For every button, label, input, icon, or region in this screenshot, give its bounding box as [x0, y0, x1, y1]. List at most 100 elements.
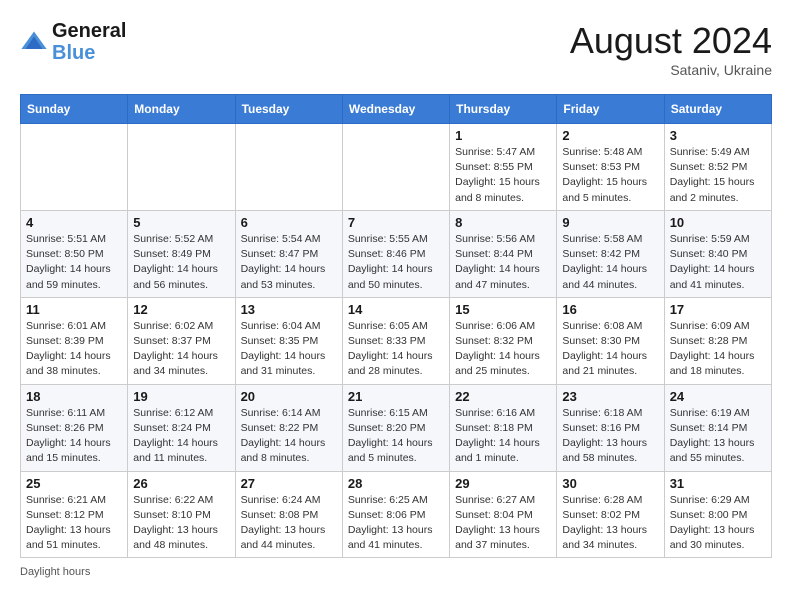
calendar-week: 25 Sunrise: 6:21 AMSunset: 8:12 PMDayligh… [21, 471, 772, 558]
footer-text: Daylight hours [20, 566, 90, 578]
calendar-cell: 27Sunrise: 6:24 AMSunset: 8:08 PMDayligh… [235, 471, 342, 558]
calendar-cell: 9Sunrise: 5:58 AMSunset: 8:42 PMDaylight… [557, 210, 664, 297]
page-header: General Blue August 2024 Sataniv, Ukrain… [20, 20, 772, 78]
calendar-cell: 21 Sunrise: 6:15 AMSunset: 8:20 PMDayligh… [342, 384, 449, 471]
calendar-cell: 13 Sunrise: 6:04 AMSunset: 8:35 PMDayligh… [235, 297, 342, 384]
day-info: Sunrise: 6:28 AMSunset: 8:02 PMDaylight:… [562, 493, 658, 554]
logo-icon [20, 28, 48, 56]
day-number: 17 [670, 302, 766, 317]
calendar-cell [21, 124, 128, 211]
footer-note: Daylight hours [20, 566, 772, 578]
weekday-header: Thursday [450, 95, 557, 124]
day-info: Sunrise: 6:02 AMSunset: 8:37 PMDaylight:… [133, 319, 229, 380]
day-number: 6 [241, 215, 337, 230]
calendar-cell: 28Sunrise: 6:25 AMSunset: 8:06 PMDayligh… [342, 471, 449, 558]
calendar-cell: 24Sunrise: 6:19 AMSunset: 8:14 PMDayligh… [664, 384, 771, 471]
day-number: 5 [133, 215, 229, 230]
calendar-cell: 11Sunrise: 6:01 AMSunset: 8:39 PMDayligh… [21, 297, 128, 384]
day-info: Sunrise: 6:09 AMSunset: 8:28 PMDaylight:… [670, 319, 766, 380]
day-number: 2 [562, 128, 658, 143]
day-info: Sunrise: 6:27 AMSunset: 8:04 PMDaylight:… [455, 493, 551, 554]
calendar-cell: 16 Sunrise: 6:08 AMSunset: 8:30 PMDayligh… [557, 297, 664, 384]
day-info: Sunrise: 5:52 AMSunset: 8:49 PMDaylight:… [133, 232, 229, 293]
calendar-cell: 26Sunrise: 6:22 AMSunset: 8:10 PMDayligh… [128, 471, 235, 558]
calendar-header: SundayMondayTuesdayWednesdayThursdayFrid… [21, 95, 772, 124]
calendar-cell: 12Sunrise: 6:02 AMSunset: 8:37 PMDayligh… [128, 297, 235, 384]
calendar-cell: 8 Sunrise: 5:56 AMSunset: 8:44 PMDaylight… [450, 210, 557, 297]
day-number: 20 [241, 389, 337, 404]
logo: General Blue [20, 20, 126, 64]
day-info: Sunrise: 5:49 AMSunset: 8:52 PMDaylight:… [670, 145, 766, 206]
day-info: Sunrise: 6:22 AMSunset: 8:10 PMDaylight:… [133, 493, 229, 554]
day-number: 13 [241, 302, 337, 317]
weekday-header: Sunday [21, 95, 128, 124]
weekday-header: Friday [557, 95, 664, 124]
calendar-week: 18Sunrise: 6:11 AMSunset: 8:26 PMDayligh… [21, 384, 772, 471]
weekday-header: Tuesday [235, 95, 342, 124]
location: Sataniv, Ukraine [570, 62, 772, 78]
day-info: Sunrise: 6:21 AMSunset: 8:12 PMDaylight:… [26, 493, 122, 554]
calendar-cell: 2 Sunrise: 5:48 AMSunset: 8:53 PMDaylight… [557, 124, 664, 211]
day-info: Sunrise: 5:59 AMSunset: 8:40 PMDaylight:… [670, 232, 766, 293]
day-info: Sunrise: 5:51 AMSunset: 8:50 PMDaylight:… [26, 232, 122, 293]
day-info: Sunrise: 6:24 AMSunset: 8:08 PMDaylight:… [241, 493, 337, 554]
day-info: Sunrise: 6:04 AMSunset: 8:35 PMDaylight:… [241, 319, 337, 380]
day-info: Sunrise: 5:56 AMSunset: 8:44 PMDaylight:… [455, 232, 551, 293]
day-info: Sunrise: 5:47 AMSunset: 8:55 PMDaylight:… [455, 145, 551, 206]
day-info: Sunrise: 6:14 AMSunset: 8:22 PMDaylight:… [241, 406, 337, 467]
calendar-week: 1 Sunrise: 5:47 AMSunset: 8:55 PMDaylight… [21, 124, 772, 211]
weekday-header: Wednesday [342, 95, 449, 124]
calendar-cell: 29 Sunrise: 6:27 AMSunset: 8:04 PMDayligh… [450, 471, 557, 558]
day-number: 23 [562, 389, 658, 404]
day-number: 1 [455, 128, 551, 143]
weekday-header: Saturday [664, 95, 771, 124]
day-info: Sunrise: 6:08 AMSunset: 8:30 PMDaylight:… [562, 319, 658, 380]
logo-text: General Blue [52, 20, 126, 64]
day-info: Sunrise: 6:29 AMSunset: 8:00 PMDaylight:… [670, 493, 766, 554]
calendar-cell: 30 Sunrise: 6:28 AMSunset: 8:02 PMDayligh… [557, 471, 664, 558]
calendar-cell [235, 124, 342, 211]
day-number: 30 [562, 476, 658, 491]
day-number: 7 [348, 215, 444, 230]
day-number: 3 [670, 128, 766, 143]
day-number: 9 [562, 215, 658, 230]
day-number: 31 [670, 476, 766, 491]
day-number: 11 [26, 302, 122, 317]
calendar-cell: 18Sunrise: 6:11 AMSunset: 8:26 PMDayligh… [21, 384, 128, 471]
calendar-cell: 7 Sunrise: 5:55 AMSunset: 8:46 PMDaylight… [342, 210, 449, 297]
day-number: 24 [670, 389, 766, 404]
calendar-cell [342, 124, 449, 211]
calendar-cell: 4Sunrise: 5:51 AMSunset: 8:50 PMDaylight… [21, 210, 128, 297]
day-info: Sunrise: 6:15 AMSunset: 8:20 PMDaylight:… [348, 406, 444, 467]
day-info: Sunrise: 6:11 AMSunset: 8:26 PMDaylight:… [26, 406, 122, 467]
day-info: Sunrise: 5:55 AMSunset: 8:46 PMDaylight:… [348, 232, 444, 293]
day-number: 19 [133, 389, 229, 404]
day-number: 29 [455, 476, 551, 491]
day-number: 15 [455, 302, 551, 317]
calendar-cell: 31 Sunrise: 6:29 AMSunset: 8:00 PMDayligh… [664, 471, 771, 558]
calendar-cell: 17 Sunrise: 6:09 AMSunset: 8:28 PMDayligh… [664, 297, 771, 384]
calendar-cell: 15 Sunrise: 6:06 AMSunset: 8:32 PMDayligh… [450, 297, 557, 384]
day-number: 25 [26, 476, 122, 491]
day-info: Sunrise: 6:06 AMSunset: 8:32 PMDaylight:… [455, 319, 551, 380]
calendar-week: 4Sunrise: 5:51 AMSunset: 8:50 PMDaylight… [21, 210, 772, 297]
day-number: 14 [348, 302, 444, 317]
day-number: 21 [348, 389, 444, 404]
month-title: August 2024 [570, 20, 772, 62]
day-info: Sunrise: 5:54 AMSunset: 8:47 PMDaylight:… [241, 232, 337, 293]
calendar-cell: 23 Sunrise: 6:18 AMSunset: 8:16 PMDayligh… [557, 384, 664, 471]
weekday-header: Monday [128, 95, 235, 124]
day-number: 16 [562, 302, 658, 317]
day-info: Sunrise: 5:48 AMSunset: 8:53 PMDaylight:… [562, 145, 658, 206]
title-block: August 2024 Sataniv, Ukraine [570, 20, 772, 78]
day-info: Sunrise: 6:25 AMSunset: 8:06 PMDaylight:… [348, 493, 444, 554]
calendar-cell: 10Sunrise: 5:59 AMSunset: 8:40 PMDayligh… [664, 210, 771, 297]
calendar-cell: 22 Sunrise: 6:16 AMSunset: 8:18 PMDayligh… [450, 384, 557, 471]
calendar-cell: 20 Sunrise: 6:14 AMSunset: 8:22 PMDayligh… [235, 384, 342, 471]
day-info: Sunrise: 6:16 AMSunset: 8:18 PMDaylight:… [455, 406, 551, 467]
day-info: Sunrise: 6:18 AMSunset: 8:16 PMDaylight:… [562, 406, 658, 467]
day-number: 22 [455, 389, 551, 404]
calendar-cell: 6 Sunrise: 5:54 AMSunset: 8:47 PMDaylight… [235, 210, 342, 297]
calendar-cell: 3 Sunrise: 5:49 AMSunset: 8:52 PMDaylight… [664, 124, 771, 211]
day-number: 8 [455, 215, 551, 230]
